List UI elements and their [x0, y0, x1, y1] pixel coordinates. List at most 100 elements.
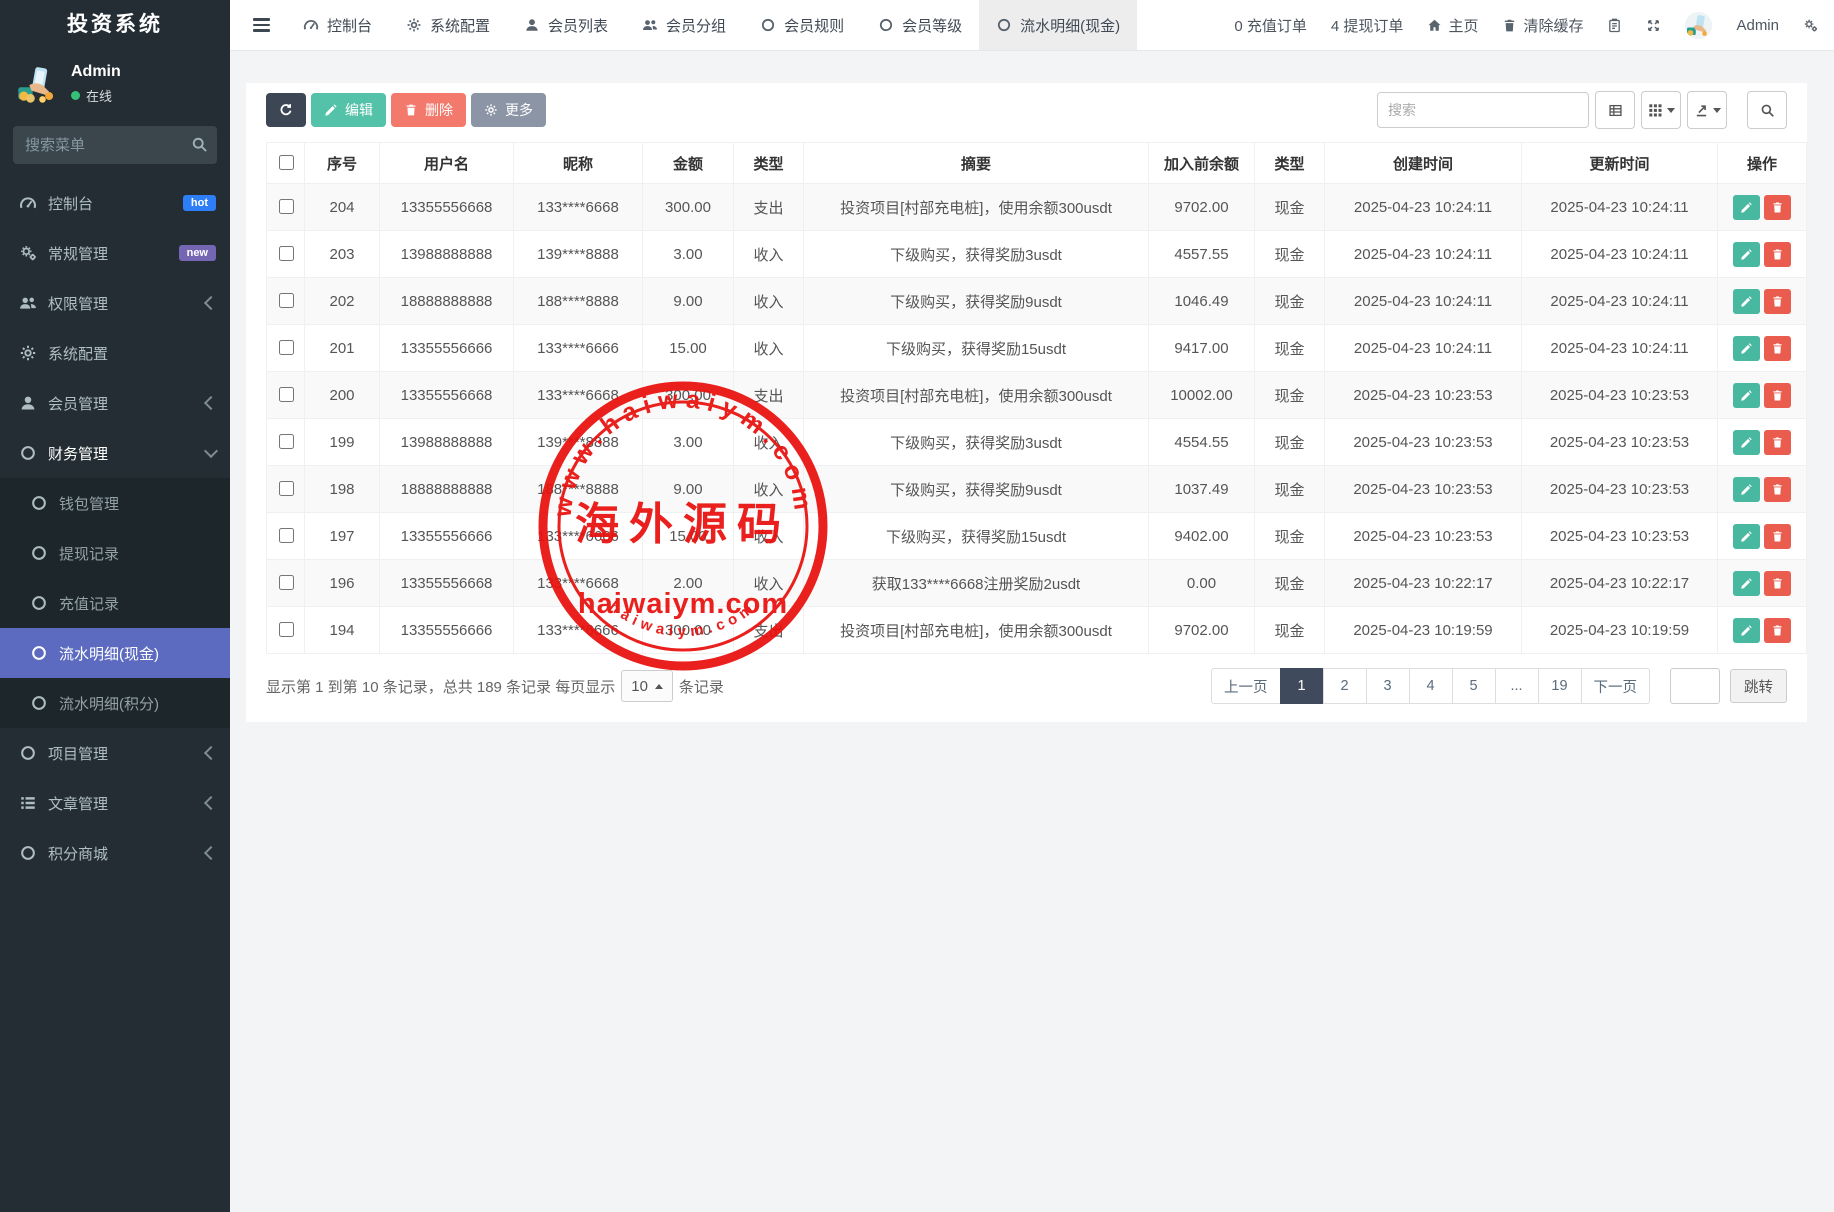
sidebar-item-流水明细(积分)[interactable]: 流水明细(积分)	[0, 678, 230, 728]
export-icon	[1694, 103, 1709, 118]
sidebar-item-label: 系统配置	[48, 343, 108, 364]
chevron-down-icon	[1713, 108, 1721, 113]
refresh-button[interactable]	[266, 93, 306, 127]
sidebar-item-钱包管理[interactable]: 钱包管理	[0, 478, 230, 528]
tab-会员列表[interactable]: 会员列表	[507, 0, 625, 50]
sidebar-item-控制台[interactable]: 控制台hot	[0, 178, 230, 228]
export-button[interactable]	[1687, 91, 1727, 129]
tab-会员等级[interactable]: 会员等级	[861, 0, 979, 50]
row-edit-button[interactable]	[1733, 430, 1760, 455]
circle-icon	[19, 844, 37, 862]
page-button-5[interactable]: 5	[1452, 668, 1496, 704]
hamburger-menu-icon[interactable]	[247, 12, 276, 37]
page-button-3[interactable]: 3	[1366, 668, 1410, 704]
sidebar-item-项目管理[interactable]: 项目管理	[0, 728, 230, 778]
row-checkbox[interactable]	[279, 481, 294, 496]
tab-系统配置[interactable]: 系统配置	[389, 0, 507, 50]
chevron-left-icon	[204, 846, 218, 860]
row-checkbox[interactable]	[279, 434, 294, 449]
row-delete-button[interactable]	[1764, 242, 1791, 267]
jump-page-input[interactable]	[1670, 668, 1720, 704]
row-checkbox[interactable]	[279, 528, 294, 543]
row-checkbox[interactable]	[279, 199, 294, 214]
row-edit-button[interactable]	[1733, 618, 1760, 643]
table-search-input[interactable]	[1377, 92, 1589, 128]
sidebar-item-充值记录[interactable]: 充值记录	[0, 578, 230, 628]
row-edit-button[interactable]	[1733, 336, 1760, 361]
withdraw-orders-link[interactable]: 4 提现订单	[1331, 15, 1404, 36]
tab-label: 系统配置	[430, 15, 490, 36]
row-delete-button[interactable]	[1764, 524, 1791, 549]
row-edit-button[interactable]	[1733, 195, 1760, 220]
clear-cache-button[interactable]: 清除缓存	[1502, 15, 1583, 36]
row-edit-button[interactable]	[1733, 242, 1760, 267]
page-button-4[interactable]: 4	[1409, 668, 1453, 704]
tab-会员分组[interactable]: 会员分组	[625, 0, 743, 50]
page-button-...[interactable]: ...	[1495, 668, 1539, 704]
sidebar-item-系统配置[interactable]: 系统配置	[0, 328, 230, 378]
search-toggle-button[interactable]	[1747, 91, 1787, 129]
select-all-checkbox[interactable]	[279, 155, 294, 170]
page-button-上一页[interactable]: 上一页	[1211, 668, 1281, 704]
sidebar-item-文章管理[interactable]: 文章管理	[0, 778, 230, 828]
row-delete-button[interactable]	[1764, 289, 1791, 314]
tab-label: 控制台	[327, 15, 372, 36]
sidebar-item-会员管理[interactable]: 会员管理	[0, 378, 230, 428]
username: 13355556666	[380, 513, 514, 560]
row-delete-button[interactable]	[1764, 571, 1791, 596]
created-time: 2025-04-23 10:24:11	[1325, 184, 1522, 231]
sidebar-item-常规管理[interactable]: 常规管理new	[0, 228, 230, 278]
row-checkbox[interactable]	[279, 293, 294, 308]
settings-button[interactable]	[1803, 18, 1818, 33]
row-checkbox[interactable]	[279, 246, 294, 261]
row-checkbox[interactable]	[279, 340, 294, 355]
circle-icon	[878, 17, 894, 33]
sidebar-item-label: 项目管理	[48, 743, 108, 764]
tab-控制台[interactable]: 控制台	[286, 0, 389, 50]
sidebar-item-权限管理[interactable]: 权限管理	[0, 278, 230, 328]
row-edit-button[interactable]	[1733, 383, 1760, 408]
amount: 300.00	[643, 607, 734, 654]
page-size-dropdown[interactable]: 10	[621, 670, 673, 702]
row-delete-button[interactable]	[1764, 618, 1791, 643]
sidebar-item-提现记录[interactable]: 提现记录	[0, 528, 230, 578]
page-button-2[interactable]: 2	[1323, 668, 1367, 704]
search-icon[interactable]	[191, 136, 208, 153]
row-delete-button[interactable]	[1764, 383, 1791, 408]
page-button-19[interactable]: 19	[1538, 668, 1582, 704]
row-edit-button[interactable]	[1733, 477, 1760, 502]
row-checkbox[interactable]	[279, 387, 294, 402]
admin-user-menu[interactable]: Admin	[1736, 17, 1779, 34]
more-button[interactable]: 更多	[471, 93, 546, 127]
row-edit-button[interactable]	[1733, 289, 1760, 314]
sidebar-search-input[interactable]	[13, 126, 217, 164]
sidebar-item-流水明细(现金)[interactable]: 流水明细(现金)	[0, 628, 230, 678]
home-link[interactable]: 主页	[1427, 15, 1478, 36]
tab-会员规则[interactable]: 会员规则	[743, 0, 861, 50]
sidebar-item-积分商城[interactable]: 积分商城	[0, 828, 230, 878]
row-delete-button[interactable]	[1764, 336, 1791, 361]
row-checkbox[interactable]	[279, 622, 294, 637]
recharge-orders-link[interactable]: 0 充值订单	[1234, 15, 1307, 36]
detail-view-button[interactable]	[1595, 91, 1635, 129]
row-checkbox[interactable]	[279, 575, 294, 590]
log-button[interactable]	[1607, 18, 1622, 33]
row-delete-button[interactable]	[1764, 195, 1791, 220]
row-delete-button[interactable]	[1764, 430, 1791, 455]
username: 13988888888	[380, 231, 514, 278]
tab-label: 会员规则	[784, 15, 844, 36]
row-edit-button[interactable]	[1733, 571, 1760, 596]
columns-button[interactable]	[1641, 91, 1681, 129]
row-delete-button[interactable]	[1764, 477, 1791, 502]
edit-button[interactable]: 编辑	[311, 93, 386, 127]
page-button-下一页[interactable]: 下一页	[1581, 668, 1651, 704]
fullscreen-button[interactable]	[1646, 18, 1661, 33]
page-button-1[interactable]: 1	[1280, 668, 1324, 704]
jump-button[interactable]: 跳转	[1730, 669, 1787, 703]
avatar[interactable]	[1685, 12, 1712, 39]
flow-type: 收入	[734, 325, 804, 372]
tab-流水明细(现金)[interactable]: 流水明细(现金)	[979, 0, 1137, 50]
row-edit-button[interactable]	[1733, 524, 1760, 549]
delete-button[interactable]: 删除	[391, 93, 466, 127]
sidebar-item-财务管理[interactable]: 财务管理	[0, 428, 230, 478]
